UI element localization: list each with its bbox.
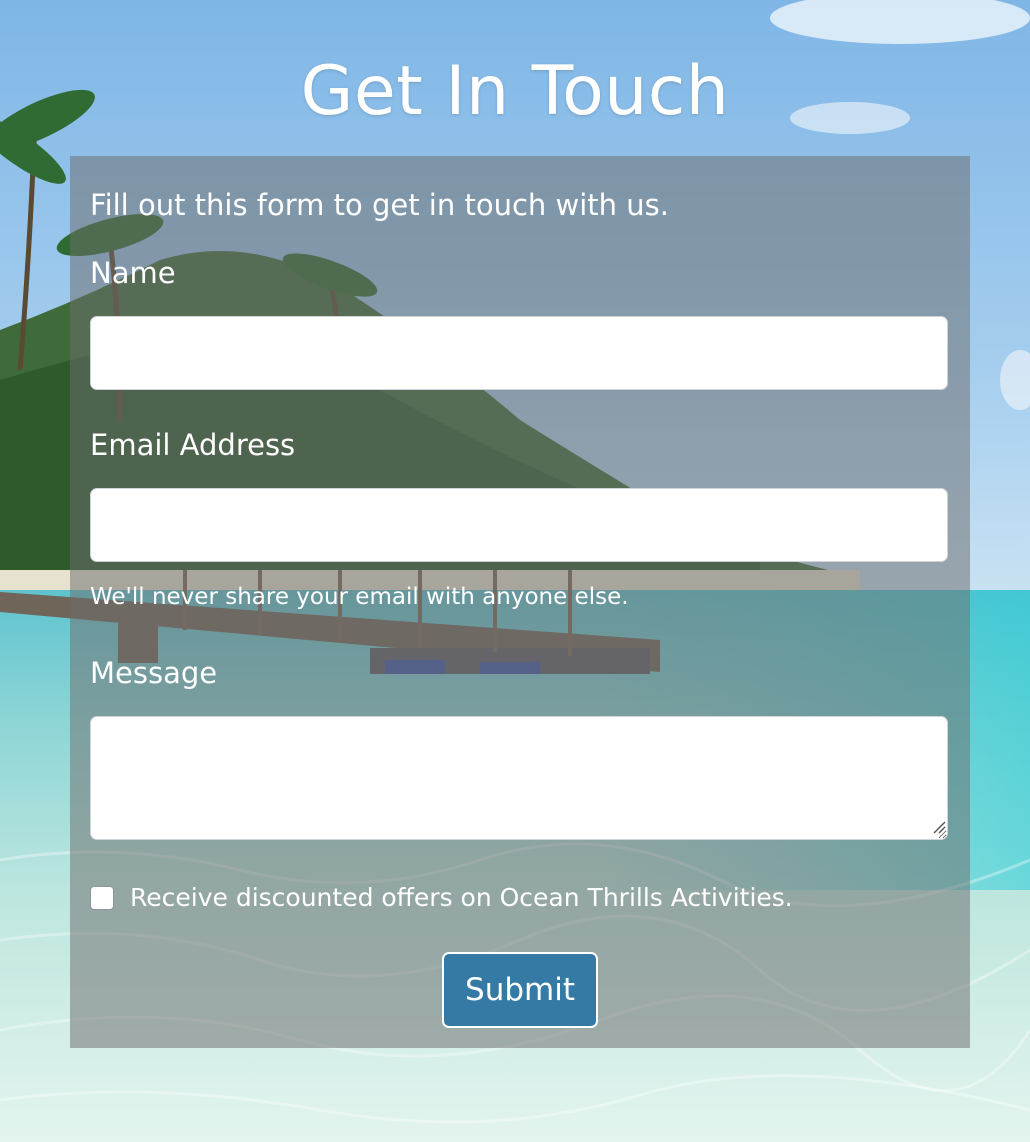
- offers-checkbox[interactable]: [90, 885, 114, 910]
- message-field-wrapper: [70, 716, 970, 840]
- name-input[interactable]: [90, 316, 948, 390]
- name-label: Name: [90, 256, 176, 290]
- offers-checkbox-label[interactable]: Receive discounted offers on Ocean Thril…: [130, 883, 793, 912]
- form-intro-text: Fill out this form to get in touch with …: [90, 188, 669, 222]
- page-title: Get In Touch: [300, 52, 730, 131]
- email-input[interactable]: [90, 488, 948, 562]
- contact-form: Fill out this form to get in touch with …: [70, 156, 970, 1048]
- email-label: Email Address: [90, 428, 296, 462]
- resize-handle-icon[interactable]: [932, 820, 946, 834]
- message-label: Message: [90, 656, 218, 690]
- offers-checkbox-row[interactable]: Receive discounted offers on Ocean Thril…: [90, 883, 793, 912]
- message-textarea[interactable]: [90, 716, 948, 840]
- submit-button[interactable]: Submit: [442, 952, 598, 1028]
- email-help-text: We'll never share your email with anyone…: [90, 584, 629, 610]
